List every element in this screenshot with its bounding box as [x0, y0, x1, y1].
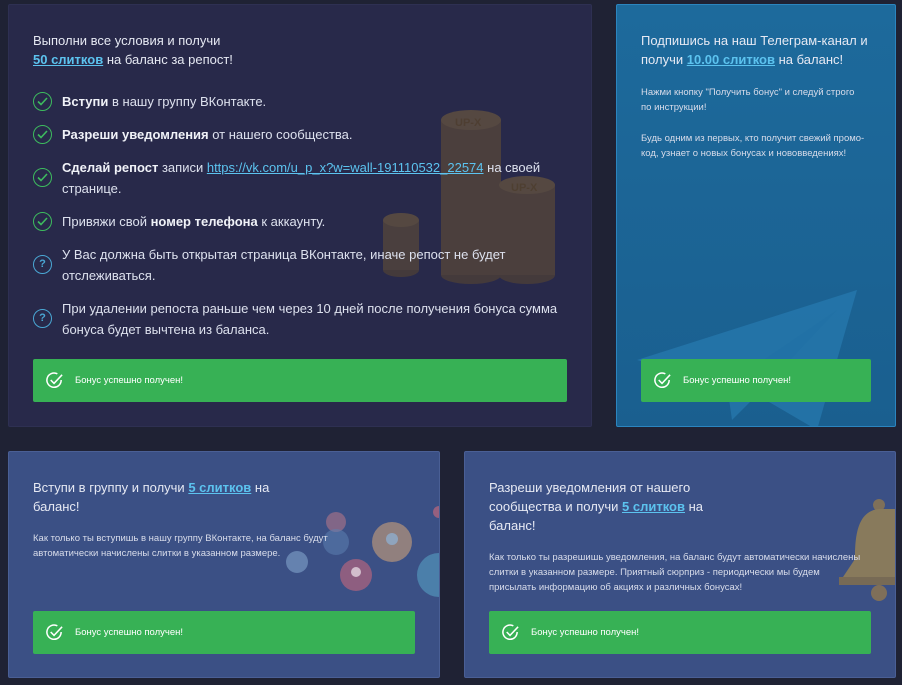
description-text: Как только ты вступишь в нашу группу ВКо…: [33, 533, 328, 559]
bonus-amount-link[interactable]: 5 слитков: [622, 499, 685, 514]
bonus-amount-link[interactable]: 5 слитков: [188, 480, 251, 495]
condition-text: к аккаунту.: [257, 214, 326, 229]
button-label: Бонус успешно получен!: [75, 627, 184, 638]
bonus-received-button[interactable]: Бонус успешно получен!: [489, 611, 871, 654]
repost-link[interactable]: https://vk.com/u_p_x?w=wall-191110532_22…: [207, 160, 484, 175]
button-label: Бонус успешно получен!: [531, 627, 640, 638]
info-item: ? У Вас должна быть открытая страница ВК…: [33, 244, 573, 286]
bonus-amount-link[interactable]: 50 слитков: [33, 52, 103, 67]
card-title: Подпишись на наш Телеграм-канал и получи…: [641, 31, 881, 69]
check-circle-icon: [33, 168, 52, 187]
check-circle-icon: [46, 372, 63, 389]
bonus-received-button[interactable]: Бонус успешно получен!: [33, 611, 415, 654]
card-title: Вступи в группу и получи 5 слитков на ба…: [33, 478, 293, 516]
condition-bold: номер телефона: [150, 214, 258, 229]
condition-item: Сделай репост записи https://vk.com/u_p_…: [33, 157, 573, 199]
check-circle-icon: [33, 92, 52, 111]
question-circle-icon: ?: [33, 309, 52, 328]
title-text: на баланс!: [778, 52, 844, 67]
description-text: Как только ты разрешишь уведомления, на …: [489, 552, 861, 593]
card-title: Разреши уведомления от нашего сообщества…: [489, 478, 719, 535]
info-item: ? При удалении репоста раньше чем через …: [33, 298, 573, 340]
check-circle-icon: [654, 372, 671, 389]
check-circle-icon: [46, 624, 63, 641]
notifications-bonus-card: Разреши уведомления от нашего сообщества…: [464, 451, 896, 678]
condition-bold: Разреши уведомления: [62, 127, 209, 142]
instruction-text: Нажми кнопку "Получить бонус" и следуй с…: [641, 87, 855, 113]
button-label: Бонус успешно получен!: [683, 375, 792, 386]
button-label: Бонус успешно получен!: [75, 375, 184, 386]
condition-text: записи: [158, 160, 207, 175]
title-text: Вступи в группу и получи: [33, 480, 185, 495]
bonus-received-button[interactable]: Бонус успешно получен!: [641, 359, 871, 402]
condition-text: от нашего сообщества.: [208, 127, 353, 142]
info-text: У Вас должна быть открытая страница ВКон…: [62, 247, 506, 283]
repost-bonus-card: UP-X UP-X Выполни все условия и получи 5…: [8, 4, 592, 427]
group-join-bonus-card: Вступи в группу и получи 5 слитков на ба…: [8, 451, 440, 678]
condition-bold: Сделай репост: [62, 160, 159, 175]
condition-item: Привяжи свой номер телефона к аккаунту.: [33, 211, 573, 232]
title-text: на баланс за репост!: [106, 52, 233, 67]
condition-bold: Вступи: [62, 94, 109, 109]
condition-item: Разреши уведомления от нашего сообщества…: [33, 124, 573, 145]
description-text: Будь одним из первых, кто получит свежий…: [641, 133, 865, 159]
condition-text: в нашу группу ВКонтакте.: [108, 94, 267, 109]
title-text: Выполни все условия и получи: [33, 33, 221, 48]
telegram-plane-illustration: [637, 290, 857, 426]
check-circle-icon: [33, 212, 52, 231]
bonus-received-button[interactable]: Бонус успешно получен!: [33, 359, 567, 402]
bonus-amount-link[interactable]: 10.00 слитков: [687, 52, 775, 67]
telegram-bonus-card: Подпишись на наш Телеграм-канал и получи…: [616, 4, 896, 427]
conditions-list: Вступи в нашу группу ВКонтакте. Разреши …: [33, 91, 573, 340]
condition-text: Привяжи свой: [62, 214, 151, 229]
card-title: Выполни все условия и получи 50 слитков …: [33, 31, 333, 69]
info-text: При удалении репоста раньше чем через 10…: [62, 301, 558, 337]
condition-item: Вступи в нашу группу ВКонтакте.: [33, 91, 573, 112]
check-circle-icon: [33, 125, 52, 144]
check-circle-icon: [502, 624, 519, 641]
question-circle-icon: ?: [33, 255, 52, 274]
